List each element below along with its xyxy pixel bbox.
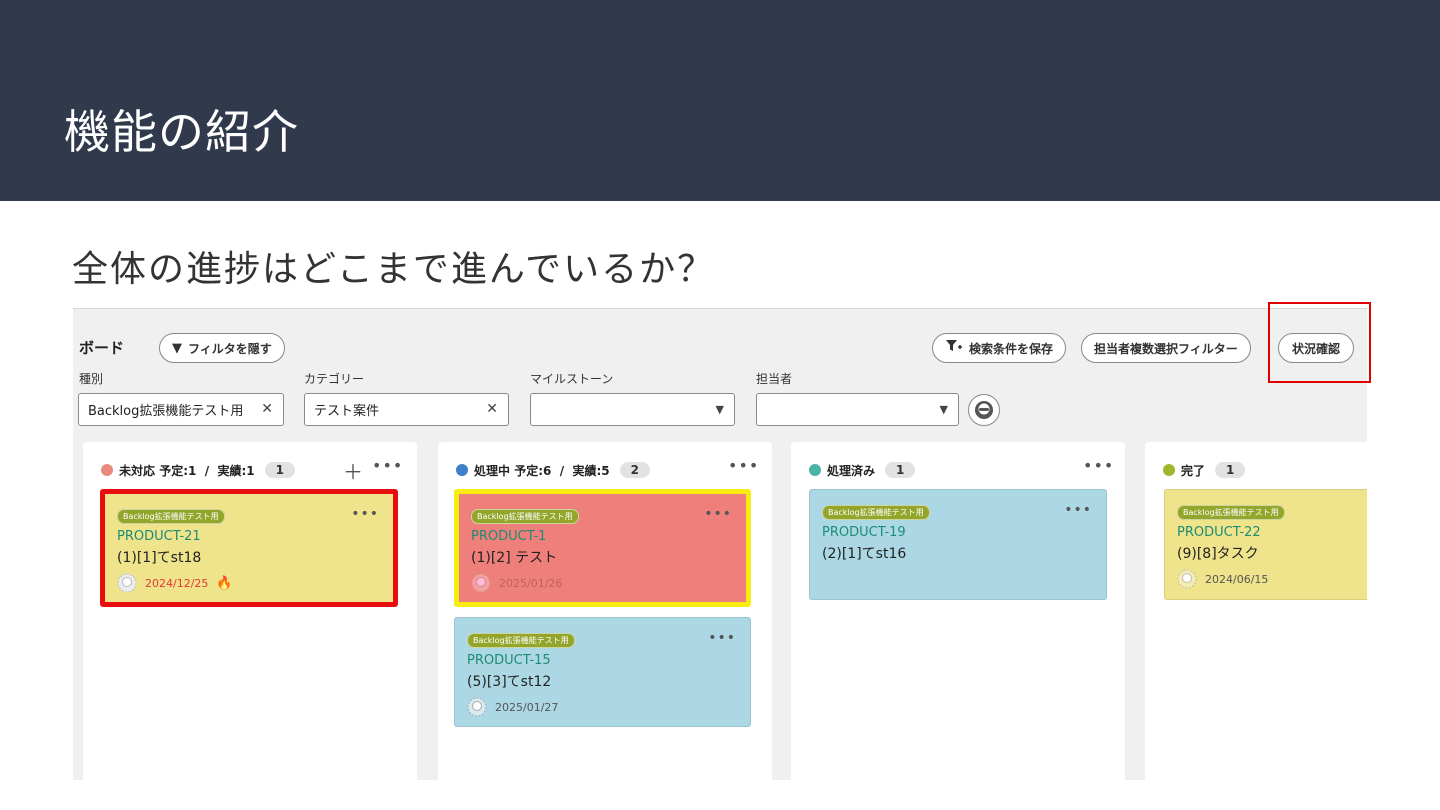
issue-card[interactable]: Backlog拡張機能テスト用 ••• PRODUCT-15 (5)[3]てst… <box>454 617 751 727</box>
avatar-icon <box>975 401 993 419</box>
filter-label-milestone: マイルストーン <box>530 372 614 386</box>
board-title: ボード <box>79 339 125 357</box>
save-search-label: 検索条件を保存 <box>969 341 1054 356</box>
title-banner: 機能の紹介 <box>0 0 1440 201</box>
column-open: 未対応 予定:1 / 実績:1 1 ＋ ••• Backlog拡張機能テスト用 … <box>83 442 417 780</box>
more-icon[interactable]: ••• <box>372 456 403 475</box>
clear-icon[interactable]: ✕ <box>486 401 498 417</box>
more-icon[interactable]: ••• <box>728 456 759 475</box>
issue-meta: 2024/06/15 <box>1177 569 1367 589</box>
issue-type-badge: Backlog拡張機能テスト用 <box>822 505 930 520</box>
avatar-icon <box>117 573 137 593</box>
status-dot <box>101 464 113 476</box>
hide-filter-button[interactable]: ▼ フィルタを隠す <box>159 333 285 363</box>
filter-plus-icon <box>945 339 963 357</box>
plus-icon[interactable]: ＋ <box>343 456 363 485</box>
avatar-icon <box>1177 569 1197 589</box>
save-search-button[interactable]: 検索条件を保存 <box>932 333 1067 363</box>
avatar-icon <box>467 697 487 717</box>
issue-type-badge: Backlog拡張機能テスト用 <box>117 509 225 524</box>
due-date: 2024/06/15 <box>1205 572 1269 586</box>
column-name: 処理済み <box>827 463 876 478</box>
category-value: テスト案件 <box>314 404 380 419</box>
assignee-multi-filter-button[interactable]: 担当者複数選択フィルター <box>1081 333 1251 363</box>
my-assignee-button[interactable] <box>968 394 1000 426</box>
issue-type-value: Backlog拡張機能テスト用 <box>88 404 244 419</box>
more-icon[interactable]: ••• <box>704 506 732 522</box>
issue-key[interactable]: PRODUCT-19 <box>822 525 1094 540</box>
issue-key[interactable]: PRODUCT-1 <box>471 529 734 544</box>
column-count: 1 <box>1215 462 1246 478</box>
issue-meta: 2025/01/27 <box>467 697 738 717</box>
due-date: 2025/01/26 <box>499 576 563 590</box>
issue-type-badge: Backlog拡張機能テスト用 <box>1177 505 1285 520</box>
category-select[interactable]: テスト案件 ✕ <box>304 393 509 426</box>
issue-type-select[interactable]: Backlog拡張機能テスト用 ✕ <box>78 393 284 426</box>
milestone-select[interactable]: ▼ <box>530 393 735 426</box>
issue-card[interactable]: Backlog拡張機能テスト用 ••• PRODUCT-19 (2)[1]てst… <box>809 489 1107 600</box>
issue-summary: (5)[3]てst12 <box>467 674 552 690</box>
column-name: 処理中 <box>474 463 511 478</box>
column-count: 2 <box>619 462 650 478</box>
chevron-down-icon: ▼ <box>939 403 948 416</box>
column-header: 処理中 予定:6 / 実績:5 2 <box>456 460 650 480</box>
column-closed: 完了 1 Backlog拡張機能テスト用 PRODUCT-22 (9)[8]タス… <box>1145 442 1367 780</box>
column-count: 1 <box>264 462 295 478</box>
column-in-progress: 処理中 予定:6 / 実績:5 2 ••• Backlog拡張機能テスト用 ••… <box>438 442 772 780</box>
issue-card[interactable]: Backlog拡張機能テスト用 PRODUCT-22 (9)[8]タスク 202… <box>1164 489 1367 600</box>
column-header: 完了 1 <box>1163 460 1246 480</box>
hide-filter-label: フィルタを隠す <box>188 341 272 356</box>
issue-meta: 2024/12/25 🔥 <box>117 573 381 593</box>
column-name: 未対応 <box>119 463 156 478</box>
issue-card[interactable]: Backlog拡張機能テスト用 ••• PRODUCT-21 (1)[1]てst… <box>100 489 398 607</box>
more-icon[interactable]: ••• <box>351 506 379 522</box>
issue-summary: (9)[8]タスク <box>1177 546 1259 562</box>
column-count: 1 <box>885 462 916 478</box>
due-date: 2024/12/25 <box>145 576 209 590</box>
avatar-icon <box>471 573 491 593</box>
column-header: 処理済み 1 <box>809 460 916 480</box>
assignee-multi-filter-label: 担当者複数選択フィルター <box>1094 341 1238 356</box>
filter-label-assignee: 担当者 <box>756 372 793 386</box>
status-dot <box>1163 464 1175 476</box>
issue-key[interactable]: PRODUCT-15 <box>467 653 738 668</box>
issue-card[interactable]: Backlog拡張機能テスト用 ••• PRODUCT-1 (1)[2] テスト… <box>454 489 751 607</box>
column-header: 未対応 予定:1 / 実績:1 1 <box>101 460 295 480</box>
filter-label-issue-type: 種別 <box>79 372 104 386</box>
chevron-down-icon: ▼ <box>715 403 724 416</box>
slide-subtitle: 全体の進捗はどこまで進んでいるか？ <box>72 249 716 290</box>
issue-type-badge: Backlog拡張機能テスト用 <box>467 633 575 648</box>
issue-key[interactable]: PRODUCT-22 <box>1177 525 1367 540</box>
more-icon[interactable]: ••• <box>1083 456 1114 475</box>
filter-icon: ▼ <box>172 340 182 356</box>
more-icon[interactable]: ••• <box>1064 502 1092 518</box>
assignee-select[interactable]: ▼ <box>756 393 959 426</box>
issue-summary: (1)[2] テスト <box>471 550 558 566</box>
column-stats: 予定:6 / 実績:5 <box>514 463 610 478</box>
column-stats: 予定:1 / 実績:1 <box>159 463 255 478</box>
fire-icon: 🔥 <box>216 575 233 591</box>
clear-icon[interactable]: ✕ <box>261 401 273 417</box>
slide-title: 機能の紹介 <box>64 105 299 159</box>
kanban-board: ボード ▼ フィルタを隠す 検索条件を保存 担当者複数選択フィルター 状況確認 … <box>73 308 1367 780</box>
column-resolved: 処理済み 1 ••• Backlog拡張機能テスト用 ••• PRODUCT-1… <box>791 442 1125 780</box>
highlight-annotation-box <box>1268 302 1371 383</box>
more-icon[interactable]: ••• <box>708 630 736 646</box>
issue-summary: (1)[1]てst18 <box>117 550 202 566</box>
issue-type-badge: Backlog拡張機能テスト用 <box>471 509 579 524</box>
filter-label-category: カテゴリー <box>304 372 365 386</box>
column-name: 完了 <box>1181 463 1206 478</box>
issue-meta: 2025/01/26 <box>471 573 734 593</box>
status-dot <box>456 464 468 476</box>
due-date: 2025/01/27 <box>495 700 559 714</box>
issue-summary: (2)[1]てst16 <box>822 546 907 562</box>
status-dot <box>809 464 821 476</box>
issue-key[interactable]: PRODUCT-21 <box>117 529 381 544</box>
